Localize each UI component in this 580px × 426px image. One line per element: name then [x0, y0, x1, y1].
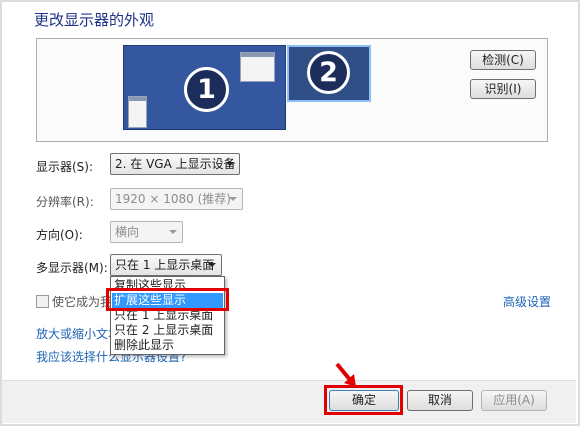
identify-button[interactable]: 识别(I) [470, 79, 536, 99]
advanced-settings-link[interactable]: 高级设置 [503, 293, 551, 310]
multiple-displays-select-value: 只在 1 上显示桌面 [115, 258, 215, 272]
display-label: 显示器(S): [36, 160, 94, 174]
multiple-displays-label: 多显示器(M): [36, 261, 108, 275]
dropdown-option-only-2[interactable]: 只在 2 上显示桌面 [112, 323, 223, 338]
main-display-checkbox-label: 使它成为我 [52, 295, 113, 309]
display-select[interactable]: 2. 在 VGA 上显示设备 [110, 153, 240, 175]
red-arrow-icon [335, 362, 356, 387]
text-size-link[interactable]: 放大或缩小文本 [36, 325, 120, 342]
window-thumbnail-icon [128, 96, 147, 128]
page-title: 更改显示器的外观 [34, 11, 155, 29]
resolution-select: 1920 × 1080 (推荐) [110, 188, 243, 210]
multiple-displays-select[interactable]: 只在 1 上显示桌面 [110, 254, 222, 276]
display-select-value: 2. 在 VGA 上显示设备 [115, 157, 236, 171]
monitor-2-number-badge: 2 [307, 51, 350, 94]
chevron-down-icon [229, 197, 237, 201]
highlight-box-extend [106, 288, 229, 311]
dropdown-option-remove[interactable]: 删除此显示 [112, 338, 223, 353]
chevron-down-icon [169, 230, 177, 234]
window-thumbnail-icon [240, 52, 275, 82]
monitor-1-number-badge: 1 [184, 67, 229, 112]
orientation-select-value: 横向 [115, 225, 140, 239]
resolution-label: 分辨率(R): [36, 195, 94, 209]
chevron-down-icon [226, 162, 234, 166]
detect-button[interactable]: 检测(C) [470, 50, 536, 70]
orientation-select: 横向 [110, 221, 183, 243]
cancel-button[interactable]: 取消 [407, 390, 473, 411]
chevron-down-icon [208, 263, 216, 267]
resolution-select-value: 1920 × 1080 (推荐) [115, 192, 231, 206]
highlight-box-ok [324, 385, 403, 415]
orientation-label: 方向(O): [36, 228, 83, 242]
main-display-checkbox [36, 295, 49, 308]
apply-button: 应用(A) [481, 390, 547, 411]
